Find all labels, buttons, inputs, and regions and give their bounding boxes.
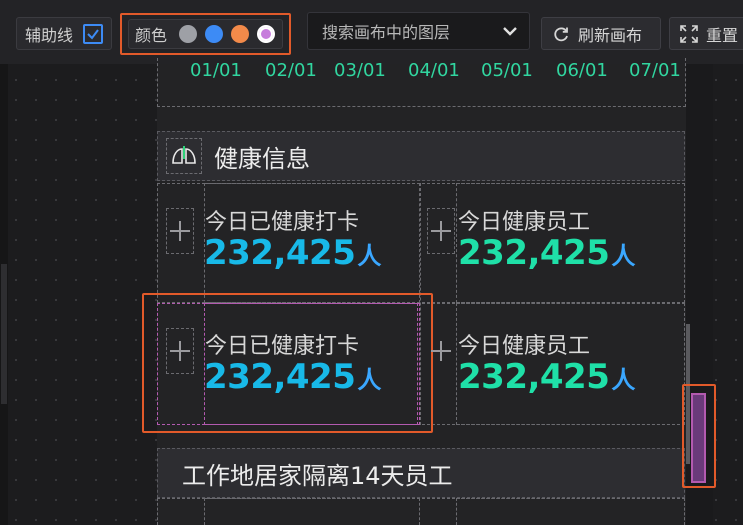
reset-button[interactable]: 重置 [669, 17, 743, 50]
date-label: 01/01 [190, 60, 242, 81]
card-label: 今日已健康打卡 [205, 210, 360, 235]
refresh-canvas-label: 刷新画布 [578, 25, 643, 45]
layer-search-select[interactable]: 搜索画布中的图层 [307, 12, 530, 50]
layer-search-placeholder: 搜索画布中的图层 [322, 23, 451, 42]
lungs-icon [166, 138, 202, 174]
card-unit: 人 [357, 242, 381, 270]
date-label: 02/01 [265, 60, 317, 81]
card-value: 232,425人 [458, 357, 635, 397]
toolbar: 辅助线 颜色 搜索画布中的图层 刷新画布 重置 [0, 0, 743, 64]
color-picker-highlight: 颜色 [120, 13, 291, 55]
plus-icon [431, 341, 451, 361]
color-label: 颜色 [135, 26, 168, 45]
card-icon-slot [204, 498, 420, 525]
chevron-down-icon [503, 27, 517, 36]
card-label: 今日健康员工 [458, 210, 591, 235]
card-unit: 人 [611, 366, 635, 394]
left-scrollbar-thumb[interactable] [1, 264, 7, 404]
date-label: 04/01 [408, 60, 460, 81]
left-scrollbar[interactable] [0, 64, 8, 525]
vertical-bar-element[interactable] [691, 393, 706, 483]
section-title: 工作地居家隔离14天员工 [182, 461, 453, 490]
date-label: 03/01 [334, 60, 386, 81]
assist-lines-checkbox[interactable] [83, 23, 104, 44]
date-label: 07/01 [629, 60, 681, 81]
card-number: 232,425 [458, 357, 610, 397]
date-axis: 01/01 02/01 03/01 04/01 05/01 06/01 07/0… [157, 60, 686, 107]
reset-label: 重置 [706, 25, 739, 45]
card-label: 今日健康员工 [458, 334, 591, 359]
card-icon-slot [456, 498, 685, 525]
section-title: 健康信息 [214, 144, 310, 173]
plus-icon [431, 221, 451, 241]
date-label: 05/01 [481, 60, 533, 81]
section-header-quarantine[interactable]: 工作地居家隔离14天员工 [157, 448, 685, 498]
refresh-canvas-button[interactable]: 刷新画布 [541, 17, 661, 50]
color-swatch-gray[interactable] [179, 25, 198, 43]
add-widget-button[interactable] [166, 208, 194, 254]
card-value: 232,425人 [458, 233, 635, 273]
check-icon [87, 28, 99, 40]
date-label: 06/01 [556, 60, 608, 81]
color-swatch-purple[interactable] [257, 25, 276, 43]
color-swatch-orange[interactable] [231, 25, 250, 43]
color-picker: 颜色 [128, 19, 283, 49]
fullscreen-icon [680, 24, 698, 43]
section-header-health[interactable]: 健康信息 [157, 131, 685, 181]
refresh-icon [554, 26, 568, 41]
assist-lines-toggle[interactable]: 辅助线 [16, 17, 112, 50]
card-number: 232,425 [204, 233, 356, 273]
selected-card-highlight [142, 293, 433, 433]
card-unit: 人 [611, 242, 635, 270]
assist-lines-label: 辅助线 [25, 25, 74, 45]
add-widget-button[interactable] [427, 328, 455, 374]
card-value: 232,425人 [204, 233, 381, 273]
plus-icon [170, 221, 190, 241]
add-widget-button[interactable] [427, 208, 455, 254]
card-number: 232,425 [458, 233, 610, 273]
color-swatch-blue[interactable] [205, 25, 224, 43]
